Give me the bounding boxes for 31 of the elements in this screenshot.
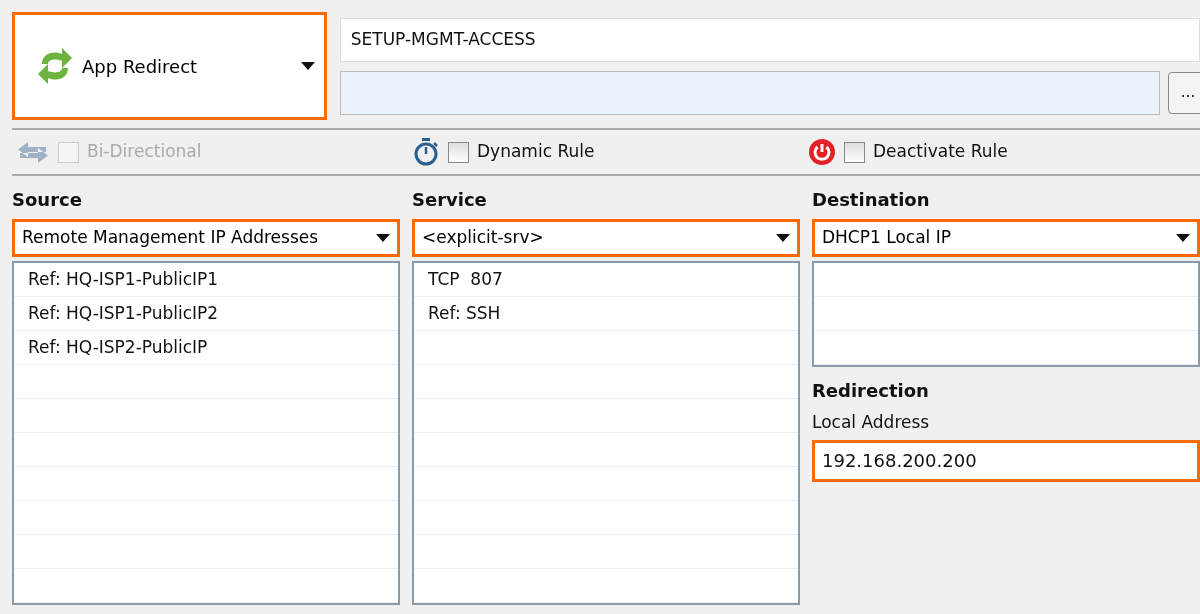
checkbox[interactable] (448, 141, 469, 163)
caret-icon (376, 234, 390, 242)
checkbox-label: Deactivate Rule (873, 140, 1008, 164)
list-item[interactable]: Ref: HQ-ISP1-PublicIP2 (28, 300, 219, 327)
section-heading: Service (412, 188, 488, 212)
description-field[interactable] (339, 70, 1160, 115)
checkbox-label: Bi-Directional (87, 140, 202, 164)
section-heading: Redirection (812, 379, 930, 403)
section-heading: Source (12, 188, 83, 212)
caret-icon (301, 62, 315, 70)
stopwatch-icon (412, 137, 440, 167)
browse-button[interactable]: ... (1168, 71, 1200, 114)
caret-icon (776, 234, 790, 242)
rule-name-field[interactable]: SETUP-MGMT-ACCESS (339, 18, 1200, 62)
checkbox[interactable] (844, 141, 865, 163)
caret-icon (1176, 234, 1190, 242)
list-item[interactable]: Ref: HQ-ISP2-PublicIP (28, 334, 208, 361)
dropdown[interactable]: DHCP1 Local IP (812, 219, 1200, 257)
list-item[interactable]: TCP 807 (428, 266, 503, 293)
swap-arrows-icon (16, 140, 50, 164)
list-item[interactable]: Ref: SSH (428, 300, 501, 327)
dropdown[interactable]: <explicit-srv> (412, 219, 800, 257)
refresh-icon (36, 46, 74, 86)
field-label: Local Address (812, 411, 931, 434)
local-address-field[interactable]: 192.168.200.200 (812, 439, 1200, 482)
section-heading: Destination (812, 188, 931, 212)
rule-type-dropdown[interactable]: App Redirect (12, 12, 327, 120)
checkbox-label: Dynamic Rule (477, 140, 595, 164)
dropdown[interactable]: Remote Management IP Addresses (12, 219, 400, 257)
power-icon (808, 138, 836, 166)
list-item[interactable]: Ref: HQ-ISP1-PublicIP1 (28, 266, 219, 293)
